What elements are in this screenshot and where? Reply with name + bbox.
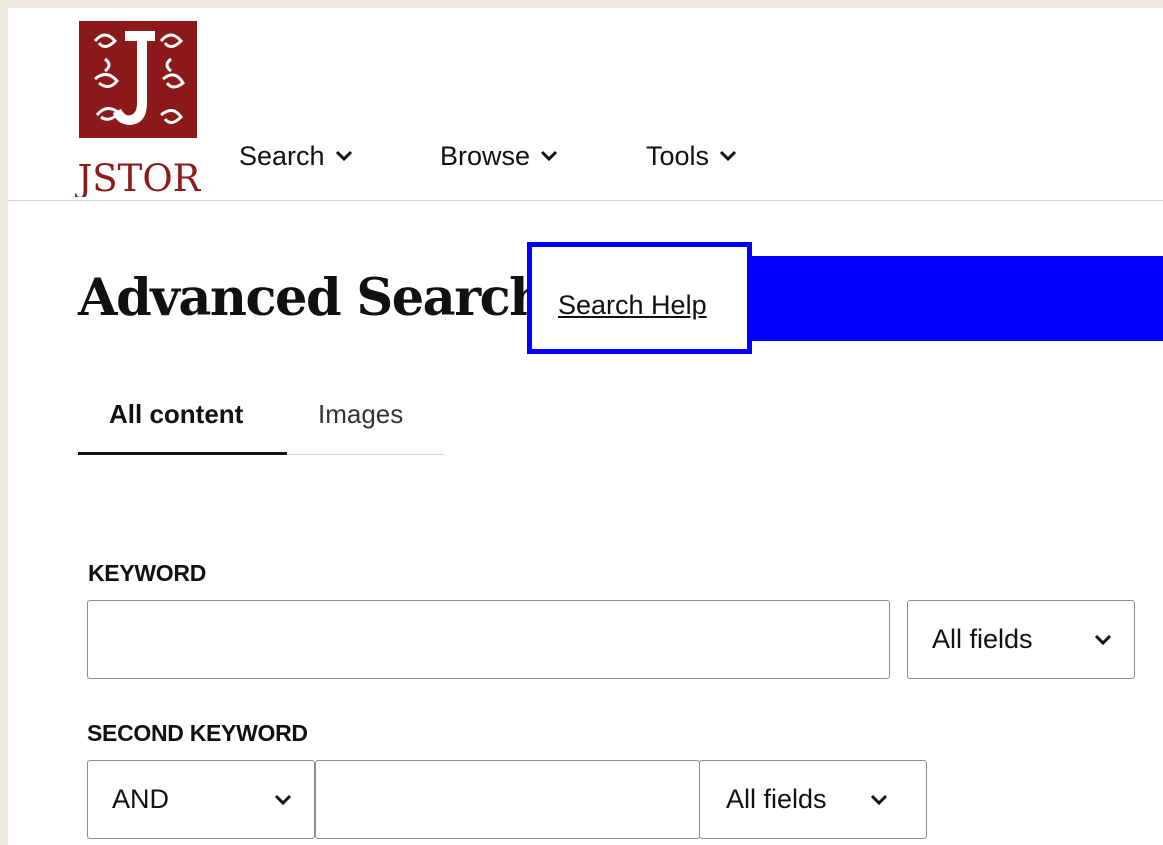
search-help-link[interactable]: Search Help	[558, 290, 707, 321]
chevron-down-icon	[335, 150, 352, 162]
second-keyword-label: SECOND KEYWORD	[87, 720, 308, 746]
keyword-label: KEYWORD	[88, 560, 207, 586]
keyword-field-select[interactable]: All fields	[907, 600, 1135, 679]
nav-search[interactable]: Search	[239, 138, 353, 174]
highlight-bar	[752, 256, 1163, 341]
keyword-field-select-value: All fields	[932, 624, 1033, 654]
site-header: JSTOR Search Browse Tools	[8, 8, 1163, 201]
operator-select[interactable]: AND	[87, 760, 315, 839]
keyword-input[interactable]	[87, 600, 890, 679]
chevron-down-icon	[274, 794, 292, 805]
operator-select-value: AND	[112, 784, 170, 814]
tab-images[interactable]: Images	[318, 393, 403, 455]
chevron-down-icon	[870, 794, 888, 805]
second-keyword-field-select-value: All fields	[726, 784, 827, 814]
svg-text:JSTOR: JSTOR	[75, 157, 201, 197]
content-tabs: All content Images	[78, 393, 444, 455]
chevron-down-icon	[719, 150, 737, 162]
tab-all-content[interactable]: All content	[78, 393, 287, 455]
second-keyword-input[interactable]	[315, 760, 700, 839]
nav-search-label: Search	[239, 140, 325, 171]
nav-browse-label: Browse	[440, 140, 531, 171]
jstor-logo[interactable]: JSTOR	[75, 19, 201, 197]
nav-tools[interactable]: Tools	[646, 138, 737, 174]
page: JSTOR Search Browse Tools Advanced Searc…	[8, 8, 1163, 845]
chevron-down-icon	[1094, 634, 1112, 645]
second-keyword-field-select[interactable]: All fields	[699, 760, 927, 839]
chevron-down-icon	[540, 150, 558, 162]
nav-tools-label: Tools	[646, 140, 710, 171]
page-title: Advanced Search	[78, 268, 546, 328]
nav-browse[interactable]: Browse	[440, 138, 558, 174]
